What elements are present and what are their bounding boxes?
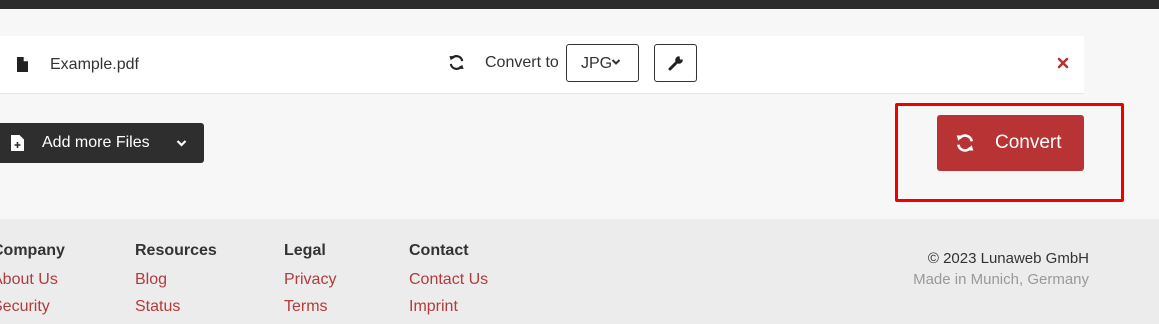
- location-text: Made in Munich, Germany: [913, 271, 1089, 288]
- convert-button[interactable]: Convert: [937, 115, 1084, 171]
- wrench-icon: [668, 56, 683, 71]
- file-icon: [17, 57, 28, 72]
- footer-link-contact-us[interactable]: Contact Us: [409, 270, 488, 290]
- footer: Company About Us Security Resources Blog…: [0, 219, 1159, 324]
- footer-link-status[interactable]: Status: [135, 297, 217, 317]
- footer-heading: Company: [0, 242, 65, 259]
- refresh-icon: [449, 55, 464, 70]
- file-name: Example.pdf: [50, 56, 139, 73]
- footer-column-company: Company About Us Security: [0, 241, 65, 317]
- file-row: Example.pdf Convert to JPG: [0, 36, 1084, 94]
- top-bar: [0, 0, 1159, 9]
- copyright-text: © 2023 Lunaweb GmbH: [927, 250, 1089, 267]
- footer-link-security[interactable]: Security: [0, 297, 65, 317]
- footer-link-privacy[interactable]: Privacy: [284, 270, 336, 290]
- footer-link-about-us[interactable]: About Us: [0, 270, 65, 290]
- add-files-label: Add more Files: [42, 134, 150, 151]
- add-files-button[interactable]: Add more Files: [0, 123, 204, 163]
- footer-heading: Resources: [135, 242, 217, 259]
- footer-link-terms[interactable]: Terms: [284, 297, 336, 317]
- convert-label: Convert: [995, 132, 1062, 153]
- footer-column-contact: Contact Contact Us Imprint: [409, 241, 488, 317]
- settings-button[interactable]: [654, 44, 697, 82]
- refresh-icon: [956, 134, 974, 152]
- footer-link-imprint[interactable]: Imprint: [409, 297, 488, 317]
- format-select-value: JPG: [581, 55, 613, 72]
- footer-heading: Contact: [409, 242, 469, 259]
- format-select[interactable]: JPG: [566, 44, 639, 82]
- footer-link-blog[interactable]: Blog: [135, 270, 217, 290]
- chevron-down-icon[interactable]: [176, 139, 187, 147]
- footer-column-legal: Legal Privacy Terms: [284, 241, 336, 317]
- convert-to-label: Convert to: [485, 54, 559, 71]
- footer-column-resources: Resources Blog Status: [135, 241, 217, 317]
- chevron-down-icon: [611, 59, 621, 65]
- remove-file-icon[interactable]: [1056, 56, 1070, 70]
- footer-heading: Legal: [284, 242, 326, 259]
- add-file-icon: [11, 135, 24, 151]
